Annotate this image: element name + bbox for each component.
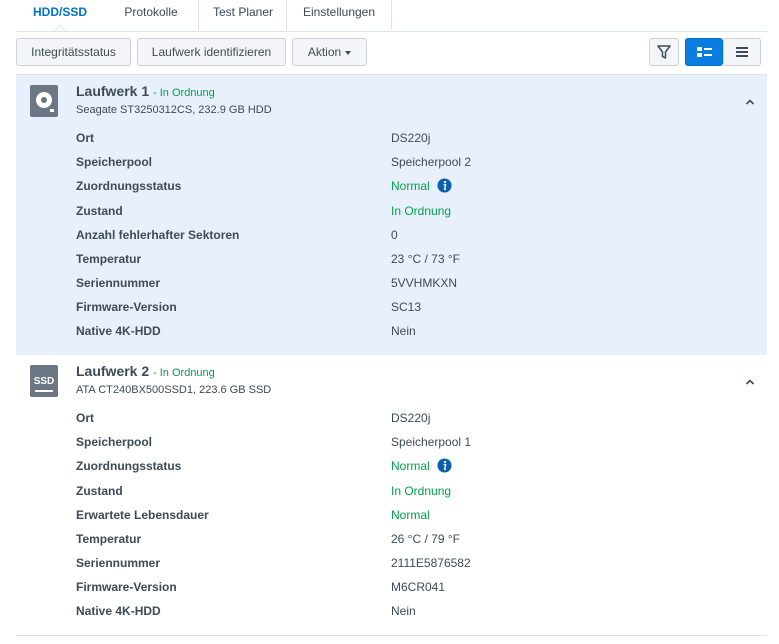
chevron-up-icon[interactable] xyxy=(745,377,755,387)
drive-subtitle: ATA CT240BX500SSD1, 223.6 GB SSD xyxy=(76,384,272,396)
row-value: In Ordnung xyxy=(391,204,452,218)
detail-view-button[interactable] xyxy=(685,38,723,66)
row-label: Native 4K-HDD xyxy=(76,604,161,618)
drive-status: - In Ordnung xyxy=(153,367,215,379)
row-label: Ort xyxy=(76,131,94,145)
info-row: Ort DS220j xyxy=(76,131,756,147)
row-label: Seriennummer xyxy=(76,556,161,570)
row-value: 0 xyxy=(391,228,398,242)
row-label: Firmware-Version xyxy=(76,580,177,594)
drive-divider xyxy=(16,635,767,636)
tab-label: Protokolle xyxy=(124,5,178,19)
row-value: Nein xyxy=(391,604,416,618)
row-label: Zuordnungsstatus xyxy=(76,179,182,193)
drive-status: - In Ordnung xyxy=(153,87,215,99)
row-label: Zustand xyxy=(76,204,123,218)
row-value: Speicherpool 1 xyxy=(391,435,472,449)
row-value-wrap: Normal xyxy=(391,178,452,193)
tab-einstellungen[interactable]: Einstellungen xyxy=(286,0,392,30)
row-label: Zuordnungsstatus xyxy=(76,459,182,473)
row-label: Temperatur xyxy=(76,532,142,546)
info-row: Native 4K-HDD Nein xyxy=(76,604,756,620)
chevron-up-icon[interactable] xyxy=(745,97,755,107)
row-label: Zustand xyxy=(76,484,123,498)
allocation-status-value: Normal xyxy=(391,179,430,193)
info-row: Native 4K-HDD Nein xyxy=(76,324,756,340)
info-row: Seriennummer 2111E5876582 xyxy=(76,556,756,572)
filter-icon xyxy=(657,45,671,59)
row-value-wrap: Normal xyxy=(391,458,452,473)
row-value: 2111E5876582 xyxy=(391,556,471,570)
row-value: Normal xyxy=(391,508,430,522)
info-row: Zuordnungsstatus Normal xyxy=(76,178,756,195)
active-tab-indicator xyxy=(54,25,66,31)
info-row: Seriennummer 5VVHMKXN xyxy=(76,276,756,292)
info-row: Ort DS220j xyxy=(76,411,756,427)
row-value: 23 °C / 73 °F xyxy=(391,252,460,266)
tab-label: HDD/SSD xyxy=(32,5,87,19)
action-dropdown-button[interactable]: Aktion xyxy=(292,38,367,66)
list-view-button[interactable] xyxy=(723,38,761,66)
row-value: 26 °C / 79 °F xyxy=(391,532,460,546)
tab-protokolle[interactable]: Protokolle xyxy=(104,0,198,30)
row-value: Speicherpool 2 xyxy=(391,155,472,169)
tab-hdd-ssd[interactable]: HDD/SSD xyxy=(16,0,104,31)
drive-2-panel[interactable]: SSD Laufwerk 2 - In Ordnung ATA CT240BX5… xyxy=(16,355,767,635)
filter-button[interactable] xyxy=(649,38,679,66)
info-row: Firmware-Version SC13 xyxy=(76,300,756,316)
button-label: Integritätsstatus xyxy=(31,45,116,59)
row-value: In Ordnung xyxy=(391,484,452,498)
identify-drive-button[interactable]: Laufwerk identifizieren xyxy=(137,38,286,66)
row-value: SC13 xyxy=(391,300,422,314)
drive-subtitle: Seagate ST3250312CS, 232.9 GB HDD xyxy=(76,104,272,116)
info-row: Erwartete Lebensdauer Normal xyxy=(76,508,756,524)
hdd-icon xyxy=(30,85,58,117)
drive-title: Laufwerk 1 - In Ordnung xyxy=(76,83,215,99)
drive-1-panel[interactable]: Laufwerk 1 - In Ordnung Seagate ST325031… xyxy=(16,75,767,355)
detail-list-icon xyxy=(697,47,712,57)
tab-label: Einstellungen xyxy=(302,5,376,19)
drive-name: Laufwerk 1 xyxy=(76,83,150,99)
row-label: Erwartete Lebensdauer xyxy=(76,508,209,522)
row-value: DS220j xyxy=(391,411,431,425)
row-value: M6CR041 xyxy=(391,580,446,594)
row-label: Ort xyxy=(76,411,94,425)
info-row: Zustand In Ordnung xyxy=(76,484,756,500)
row-label: Native 4K-HDD xyxy=(76,324,161,338)
row-value: 5VVHMKXN xyxy=(391,276,458,290)
ssd-icon: SSD xyxy=(30,365,58,397)
row-label: Anzahl fehlerhafter Sektoren xyxy=(76,228,240,242)
ssd-icon-text: SSD xyxy=(34,376,55,387)
info-icon[interactable] xyxy=(437,178,452,193)
drive-title: Laufwerk 2 - In Ordnung xyxy=(76,363,215,379)
tab-test-planer[interactable]: Test Planer xyxy=(198,0,287,30)
row-label: Speicherpool xyxy=(76,435,153,449)
caret-down-icon xyxy=(345,50,352,55)
row-label: Speicherpool xyxy=(76,155,153,169)
info-row: Speicherpool Speicherpool 1 xyxy=(76,435,756,451)
row-label: Firmware-Version xyxy=(76,300,177,314)
drive-name: Laufwerk 2 xyxy=(76,363,150,379)
tab-label: Test Planer xyxy=(212,5,274,19)
info-row: Temperatur 26 °C / 79 °F xyxy=(76,532,756,548)
info-row: Firmware-Version M6CR041 xyxy=(76,580,756,596)
info-icon[interactable] xyxy=(437,458,452,473)
info-row: Temperatur 23 °C / 73 °F xyxy=(76,252,756,268)
info-row: Anzahl fehlerhafter Sektoren 0 xyxy=(76,228,756,244)
row-value: Nein xyxy=(391,324,416,338)
row-label: Temperatur xyxy=(76,252,142,266)
tab-bar: HDD/SSD Protokolle Test Planer Einstellu… xyxy=(16,0,767,32)
info-row: Speicherpool Speicherpool 2 xyxy=(76,155,756,171)
info-row: Zuordnungsstatus Normal xyxy=(76,458,756,475)
info-row: Zustand In Ordnung xyxy=(76,204,756,220)
allocation-status-value: Normal xyxy=(391,459,430,473)
button-label: Aktion xyxy=(307,45,342,59)
integrity-status-button[interactable]: Integritätsstatus xyxy=(16,38,131,66)
list-icon xyxy=(736,47,748,57)
row-label: Seriennummer xyxy=(76,276,161,290)
row-value: DS220j xyxy=(391,131,431,145)
button-label: Laufwerk identifizieren xyxy=(151,45,272,59)
